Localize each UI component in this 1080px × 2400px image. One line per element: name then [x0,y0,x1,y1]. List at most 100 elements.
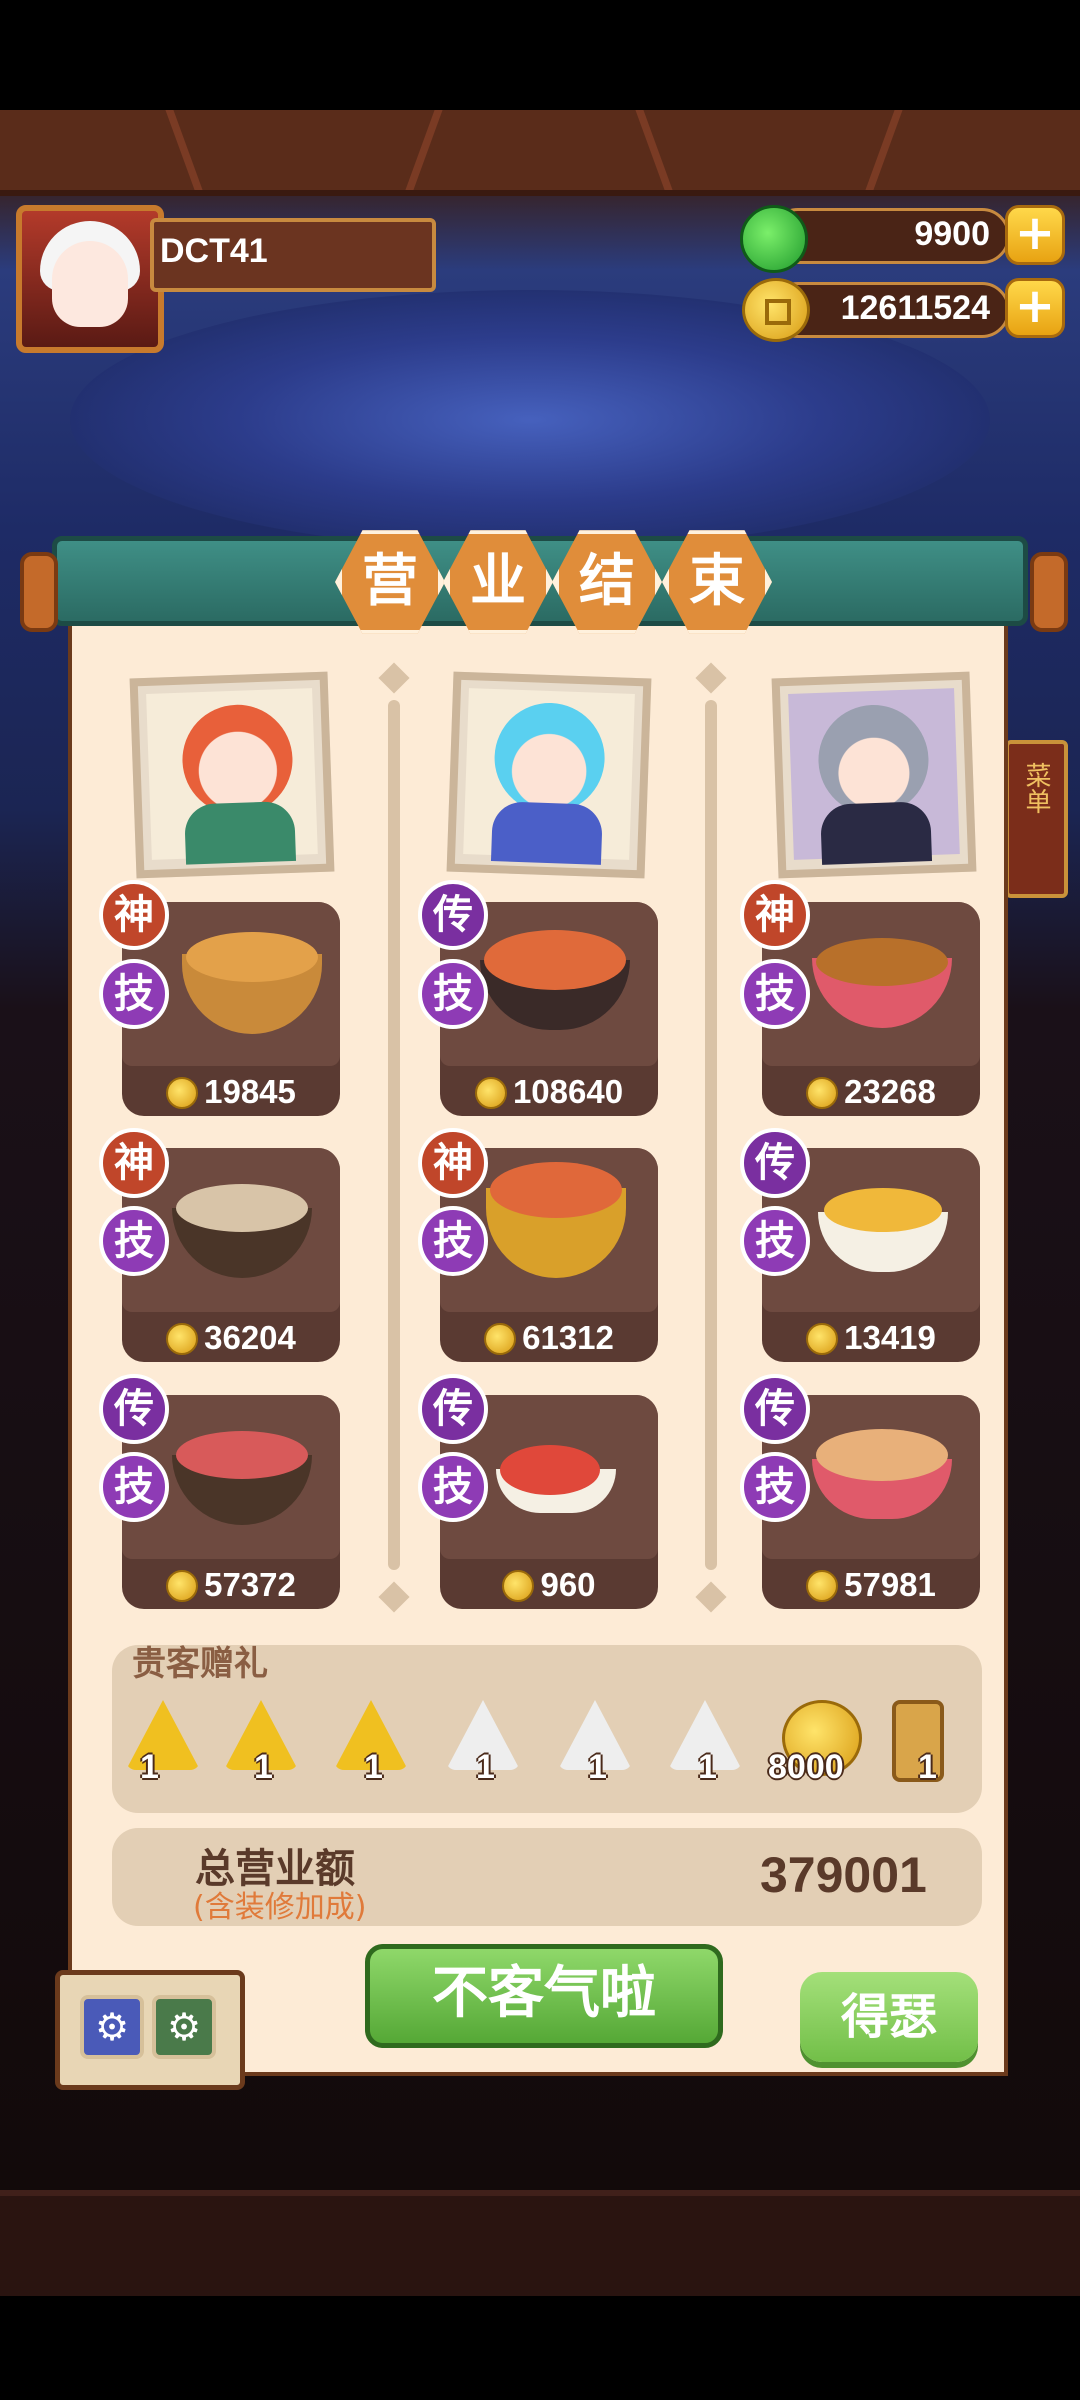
chef-portrait[interactable] [771,671,977,879]
total-revenue-value: 379001 [760,1847,927,1903]
rank-badge: 传 [740,1374,810,1444]
dish-price: 57981 [762,1565,980,1605]
gift-count: 1 [140,1748,159,1786]
menu-sign-label: 菜单 [1021,762,1051,814]
dish-food [484,930,626,990]
dish-price-value: 108640 [512,1073,624,1110]
add-coin-button[interactable]: + [1005,278,1065,338]
gift-item[interactable]: 8000 [768,1700,880,1786]
gift-item[interactable]: 1 [334,1700,412,1786]
dish-food [816,938,948,986]
decline-button[interactable]: 不客气啦 [365,1944,723,2048]
decoration-bonus-note: (含装修加成) [193,1890,367,1925]
dish-price-value: 960 [540,1566,596,1603]
gift-count: 1 [476,1748,495,1786]
rank-badge: 神 [99,1128,169,1198]
dish-food [816,1429,948,1481]
menu-sign[interactable]: 菜单 [1005,740,1068,898]
rank-badge: 传 [418,1374,488,1444]
gift-count: 8000 [768,1748,844,1786]
coin-icon [806,1570,839,1602]
chef-portrait[interactable] [446,671,652,879]
dish-price: 57372 [122,1565,340,1605]
coin-icon [806,1077,839,1109]
gloat-button[interactable]: 得瑟 [800,1972,978,2062]
chef-portrait[interactable] [129,671,335,879]
coin-icon [474,1077,507,1109]
dish-price: 61312 [440,1318,658,1358]
gift-item[interactable]: 1 [668,1700,746,1786]
rank-badge: 传 [99,1374,169,1444]
player-name: DCT41 [160,232,268,270]
coin-icon [806,1323,839,1355]
gear-icon[interactable]: ⚙ [80,1995,144,2059]
rank-badge: 神 [99,880,169,950]
coin-icon [742,278,810,342]
dish-price-value: 13419 [844,1319,936,1356]
floor [0,2190,1080,2296]
dish-price: 23268 [762,1072,980,1112]
dish-food [176,1184,308,1232]
skill-badge: 技 [418,959,488,1029]
player-avatar[interactable] [16,205,164,353]
skill-badge: 技 [99,1452,169,1522]
coin-icon [166,1570,199,1602]
dish-price-value: 57372 [204,1566,296,1603]
dish-price-value: 19845 [204,1073,296,1110]
skill-badge: 技 [418,1452,488,1522]
dish-food [186,932,318,982]
dish-food [824,1188,942,1232]
dish-food [500,1445,600,1495]
title-char: 业 [470,549,526,614]
gift-item[interactable]: 1 [446,1700,524,1786]
gift-count: 1 [698,1748,717,1786]
gift-count: 1 [254,1748,273,1786]
dish-price-value: 57981 [844,1566,936,1603]
skill-badge: 技 [99,959,169,1029]
coin-icon [484,1323,517,1355]
skill-badge: 技 [740,1452,810,1522]
gift-item[interactable]: 1 [558,1700,636,1786]
jade-icon [740,205,808,273]
dish-price: 36204 [122,1318,340,1358]
coin-icon [166,1323,199,1355]
skill-badge: 技 [99,1206,169,1276]
coin-icon [166,1077,199,1109]
dish-price-value: 36204 [204,1319,296,1356]
gift-count: 1 [588,1748,607,1786]
dish-price: 960 [440,1565,658,1605]
column-divider [388,700,400,1570]
gift-count: 1 [364,1748,383,1786]
rank-badge: 传 [740,1128,810,1198]
column-divider [705,700,717,1570]
scroll-end-right [1030,552,1068,632]
chef-body [490,801,603,865]
gift-item[interactable]: 1 [888,1700,948,1786]
skill-badge: 技 [740,959,810,1029]
rank-badge: 传 [418,880,488,950]
gift-item[interactable]: 1 [126,1700,204,1786]
skill-badge: 技 [418,1206,488,1276]
coin-icon [502,1570,535,1602]
dish-price-value: 61312 [522,1319,614,1356]
dish-food [490,1162,622,1218]
chef-body [820,801,933,865]
dish-food [176,1431,308,1479]
title-char: 营 [362,549,418,614]
dish-price-value: 23268 [844,1073,936,1110]
dish-price: 13419 [762,1318,980,1358]
scroll-end-left [20,552,58,632]
rank-badge: 神 [740,880,810,950]
add-jade-button[interactable]: + [1005,205,1065,265]
gift-count: 1 [918,1748,937,1786]
gift-section-title: 贵客赠礼 [132,1644,268,1684]
chef-body [184,800,297,865]
gift-item[interactable]: 1 [224,1700,302,1786]
gold-ingredient-icon [126,1700,200,1770]
title-char: 束 [689,549,745,614]
skill-badge: 技 [740,1206,810,1276]
avatar-face [52,241,128,327]
dish-price: 19845 [122,1072,340,1112]
dish-price: 108640 [440,1072,658,1112]
gear-icon[interactable]: ⚙ [152,1995,216,2059]
